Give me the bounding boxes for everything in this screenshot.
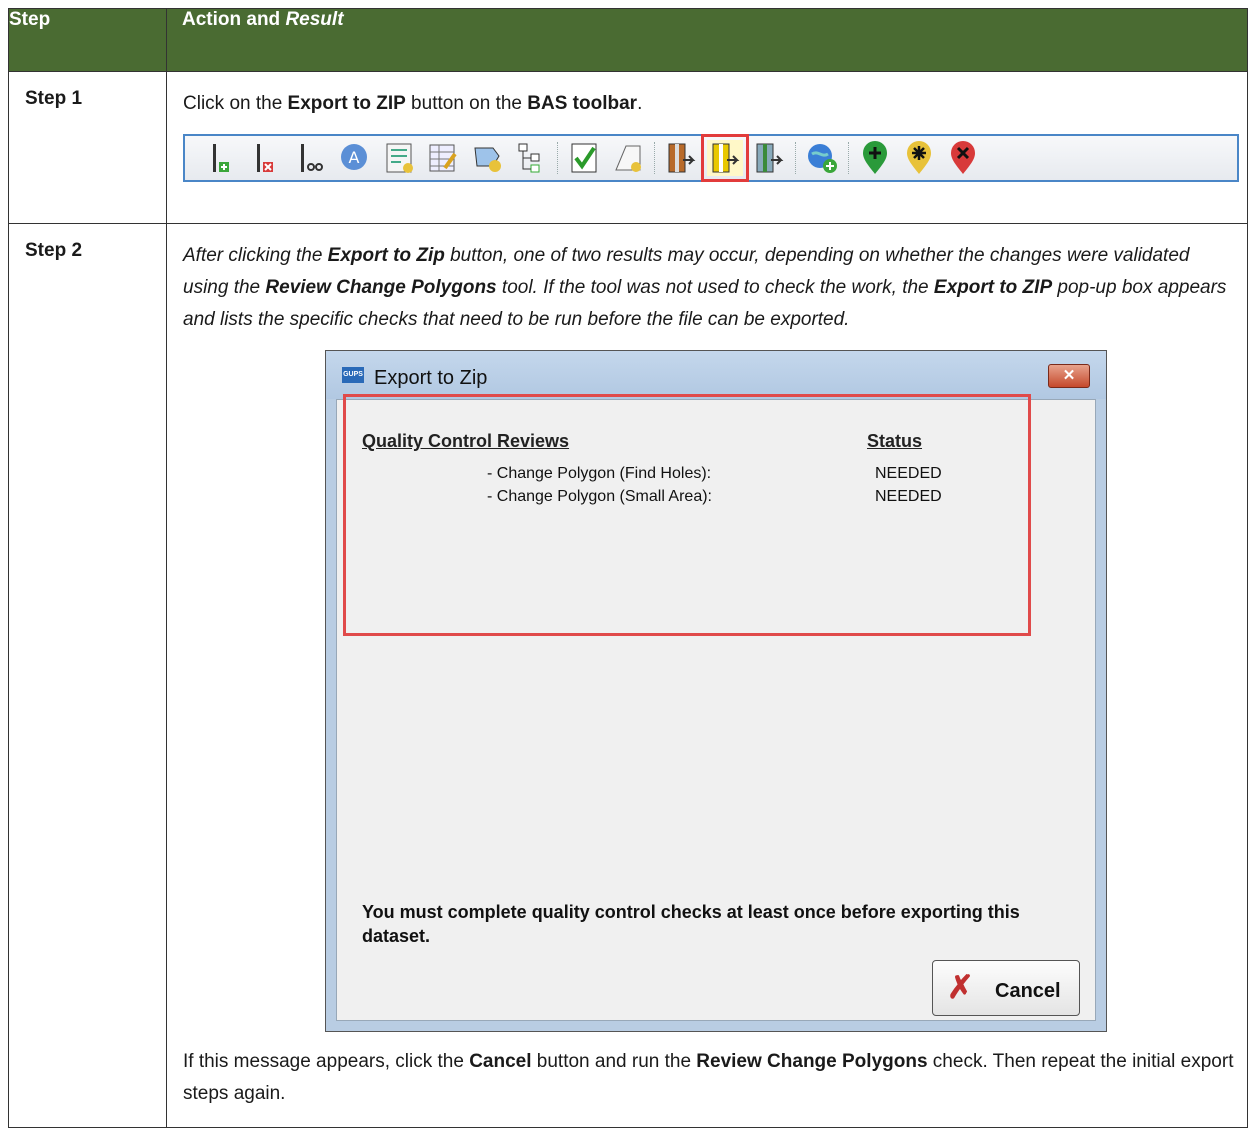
table-row: Step 2 After clicking the Export to Zip … <box>8 223 1248 1128</box>
review-change-polygons-ref: Review Change Polygons <box>265 277 497 298</box>
add-point-icon[interactable] <box>857 140 893 176</box>
hierarchy-icon[interactable] <box>513 140 549 176</box>
import-zip-icon[interactable] <box>663 140 699 176</box>
add-layer-icon[interactable] <box>804 140 840 176</box>
dialog-titlebar: GUPS Export to Zip ✕ <box>326 351 1106 399</box>
check-small-area: - Change Polygon (Small Area): <box>487 488 712 505</box>
delete-line-icon[interactable] <box>249 140 285 176</box>
export-zip-ref: Export to ZIP <box>933 277 1053 298</box>
table-row: Step 1 Click on the Export to ZIP button… <box>8 71 1248 224</box>
bas-toolbar: A <box>183 134 1239 182</box>
review-polygons-icon[interactable] <box>610 140 646 176</box>
step1-instruction: Click on the Export to ZIP button on the… <box>183 88 1235 120</box>
dialog-title: Export to Zip <box>374 367 488 389</box>
step2-followup: If this message appears, click the Cance… <box>183 1032 1235 1110</box>
cancel-button[interactable]: ✗ Cancel <box>932 960 1080 1016</box>
step1-content: Click on the Export to ZIP button on the… <box>166 71 1248 224</box>
toolbar-separator <box>795 142 798 174</box>
toolbar-separator <box>654 142 657 174</box>
label-icon[interactable]: A <box>337 140 373 176</box>
cancel-ref: Cancel <box>469 1051 532 1072</box>
text: tool. If the tool was not used to check … <box>496 277 934 298</box>
export-map-icon[interactable] <box>751 140 787 176</box>
table-header: Step Action and Result <box>8 8 1248 72</box>
svg-text:A: A <box>349 148 360 167</box>
split-line-icon[interactable] <box>293 140 329 176</box>
modify-point-icon[interactable] <box>901 140 937 176</box>
table-edit-icon[interactable] <box>425 140 461 176</box>
landmark-icon[interactable] <box>469 140 505 176</box>
validate-icon[interactable] <box>566 140 602 176</box>
step1-label: Step 1 <box>8 71 167 224</box>
qc-reviews-header: Quality Control Reviews <box>362 431 570 451</box>
header-action: Action and Result <box>166 8 1248 72</box>
text: button and run the <box>531 1051 697 1072</box>
steps-table: Step Action and Result Step 1 Click on t… <box>8 8 1248 1128</box>
check-small-area-status: NEEDED <box>875 488 942 505</box>
add-line-icon[interactable] <box>205 140 241 176</box>
header-action-prefix: Action and <box>182 9 286 30</box>
step2-content: After clicking the Export to Zip button,… <box>166 223 1248 1128</box>
dialog-body: Quality Control Reviews Status - Change … <box>336 394 1096 1021</box>
export-zip-icon[interactable] <box>701 134 749 182</box>
export-to-zip-dialog: GUPS Export to Zip ✕ Quality Control Rev… <box>325 350 1107 1032</box>
text: . <box>637 93 643 114</box>
dialog-message: You must complete quality control checks… <box>362 902 1020 946</box>
delete-point-icon[interactable] <box>945 140 981 176</box>
cancel-x-icon: ✗ <box>947 969 974 1005</box>
text: Click on the <box>183 93 288 114</box>
status-header: Status <box>867 431 923 451</box>
cancel-label: Cancel <box>995 980 1061 1002</box>
step2-label: Step 2 <box>8 223 167 1128</box>
bas-toolbar-ref: BAS toolbar <box>527 93 638 114</box>
toolbar-separator <box>848 142 851 174</box>
review-change-polygons-ref: Review Change Polygons <box>696 1051 928 1072</box>
text: If this message appears, click the <box>183 1051 470 1072</box>
header-step: Step <box>8 8 167 72</box>
text: button on the <box>405 93 528 114</box>
gups-logo-icon: GUPS <box>342 367 364 383</box>
close-icon[interactable]: ✕ <box>1048 364 1090 388</box>
step2-description: After clicking the Export to Zip button,… <box>183 240 1235 336</box>
export-zip-ref: Export to Zip <box>327 245 445 266</box>
export-zip-ref: Export to ZIP <box>287 93 406 114</box>
toolbar-separator <box>557 142 560 174</box>
text: After clicking the <box>183 245 328 266</box>
form-icon[interactable] <box>381 140 417 176</box>
header-action-result: Result <box>285 9 344 30</box>
